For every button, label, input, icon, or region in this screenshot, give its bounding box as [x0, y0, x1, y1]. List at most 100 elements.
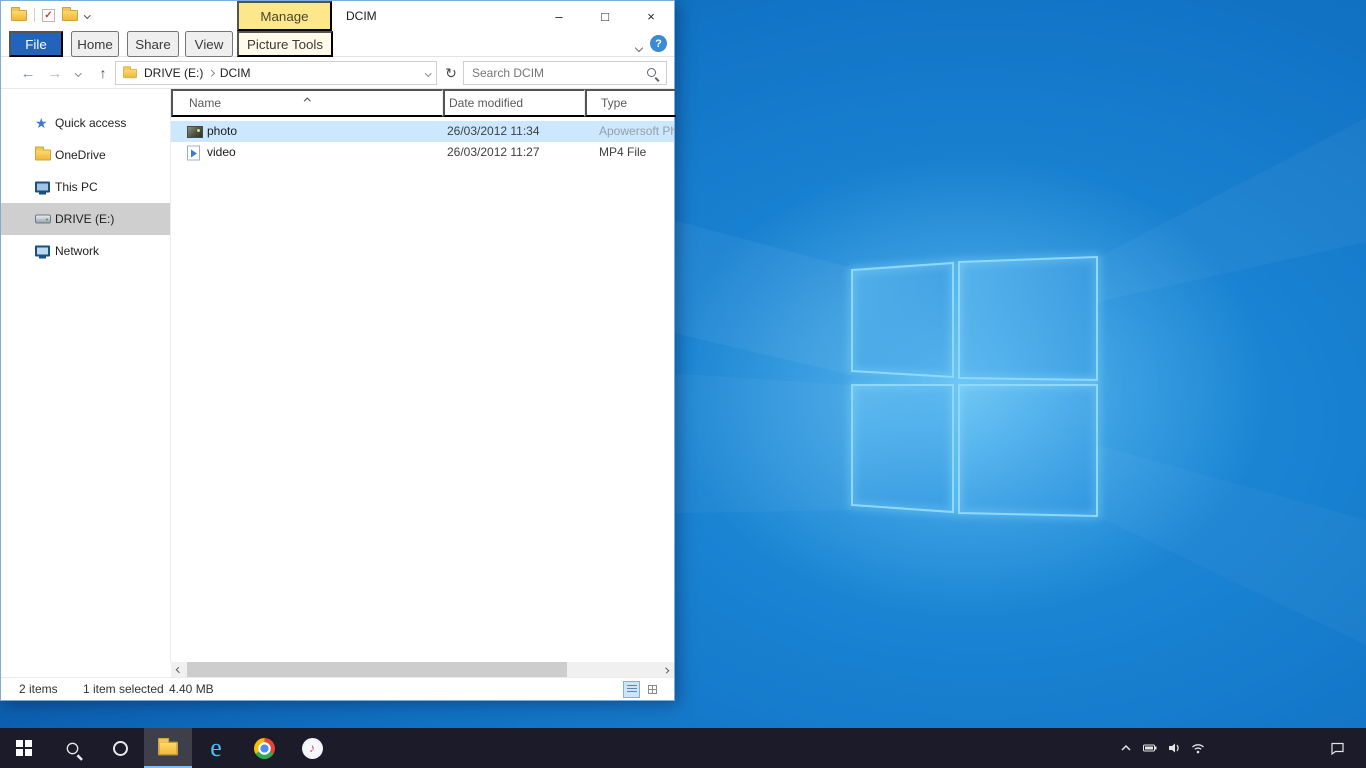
breadcrumb-segment-dcim[interactable]: DCIM	[220, 66, 251, 80]
internet-explorer-icon: e	[210, 735, 222, 761]
file-date-modified: 26/03/2012 11:34	[447, 121, 540, 142]
address-bar-row: ← → ↑ DRIVE (E:) DCIM ↻	[1, 57, 674, 89]
back-button[interactable]: ←	[15, 57, 41, 89]
itunes-button[interactable]: ♪	[288, 728, 336, 768]
taskbar-file-explorer-button[interactable]	[144, 728, 192, 768]
status-bar: 2 items 1 item selected 4.40 MB	[1, 677, 674, 700]
refresh-button[interactable]: ↻	[441, 61, 461, 85]
address-dropdown-chevron-icon[interactable]	[425, 70, 431, 76]
breadcrumb-separator-icon[interactable]	[208, 70, 214, 76]
light-beam	[1097, 118, 1366, 302]
windows-logo-icon	[852, 257, 1097, 516]
status-selection-summary: 1 item selected	[83, 678, 164, 700]
sidebar-item-network[interactable]: Network	[1, 235, 170, 267]
sidebar-item-label: Network	[55, 244, 99, 258]
internet-explorer-button[interactable]: e	[192, 728, 240, 768]
itunes-icon: ♪	[302, 738, 323, 759]
column-header-row: Name Date modified Type	[171, 89, 674, 117]
network-wifi-icon[interactable]	[1190, 740, 1206, 756]
system-tray	[1118, 728, 1206, 768]
column-header-type[interactable]: Type	[585, 89, 676, 117]
sidebar-item-label: This PC	[55, 180, 98, 194]
large-icons-view-button[interactable]	[644, 681, 661, 698]
address-breadcrumb[interactable]: DRIVE (E:) DCIM	[115, 61, 437, 85]
location-folder-icon	[123, 68, 137, 77]
action-center-icon[interactable]	[1323, 728, 1352, 768]
file-type: Apowersoft Pho	[599, 121, 675, 142]
file-list-pane: Name Date modified Type photo 26/03/2012…	[171, 89, 674, 662]
toolbar-separator	[34, 8, 35, 22]
cortana-button[interactable]	[96, 728, 144, 768]
tab-home[interactable]: Home	[71, 31, 119, 57]
file-name: photo	[207, 121, 237, 142]
file-explorer-window: ✓ Manage DCIM – □ × File Home Share View…	[0, 0, 675, 701]
video-file-icon	[187, 145, 200, 160]
chrome-button[interactable]	[240, 728, 288, 768]
navigation-pane: ★ Quick access OneDrive This PC DRIVE (E…	[1, 89, 171, 662]
sidebar-item-label: OneDrive	[55, 148, 106, 162]
start-button[interactable]	[0, 728, 48, 768]
speaker-icon[interactable]	[1166, 740, 1182, 756]
file-rows: photo 26/03/2012 11:34 Apowersoft Pho vi…	[171, 121, 674, 163]
forward-button[interactable]: →	[43, 57, 67, 89]
details-view-button[interactable]	[623, 681, 640, 698]
ribbon-tab-row: File Home Share View Picture Tools ?	[1, 31, 674, 57]
sidebar-item-onedrive[interactable]: OneDrive	[1, 139, 170, 171]
file-date-modified: 26/03/2012 11:27	[447, 142, 540, 163]
close-button[interactable]: ×	[628, 1, 674, 31]
file-row-video[interactable]: video 26/03/2012 11:27 MP4 File	[171, 142, 674, 163]
expand-ribbon-chevron-icon[interactable]	[636, 40, 642, 54]
recent-locations-chevron-icon[interactable]	[69, 57, 87, 89]
sidebar-item-quick-access[interactable]: ★ Quick access	[1, 107, 170, 139]
properties-check-icon[interactable]: ✓	[42, 9, 55, 22]
drive-icon	[35, 215, 51, 224]
sidebar-item-this-pc[interactable]: This PC	[1, 171, 170, 203]
sidebar-item-label: Quick access	[55, 116, 126, 130]
search-icon[interactable]	[647, 68, 656, 77]
tab-view[interactable]: View	[185, 31, 233, 57]
tab-share[interactable]: Share	[127, 31, 179, 57]
search-input[interactable]	[464, 62, 666, 84]
minimize-button[interactable]: –	[536, 1, 582, 31]
search-box	[463, 61, 667, 85]
sidebar-item-label: DRIVE (E:)	[55, 212, 114, 226]
tab-picture-tools[interactable]: Picture Tools	[237, 31, 333, 57]
cortana-icon	[113, 741, 128, 756]
window-title: DCIM	[346, 1, 377, 31]
computer-icon	[35, 182, 50, 193]
network-icon	[35, 246, 50, 257]
chrome-icon	[254, 738, 275, 759]
maximize-button[interactable]: □	[582, 1, 628, 31]
battery-icon[interactable]	[1142, 740, 1158, 756]
explorer-folder-icon[interactable]	[11, 10, 27, 21]
onedrive-folder-icon	[35, 150, 51, 161]
breadcrumb-segment-drive[interactable]: DRIVE (E:)	[144, 66, 203, 80]
column-header-date-modified[interactable]: Date modified	[443, 89, 585, 117]
up-button[interactable]: ↑	[91, 57, 115, 89]
taskbar: e ♪	[0, 728, 1366, 768]
column-header-name[interactable]: Name	[171, 89, 443, 117]
contextual-group-manage[interactable]: Manage	[237, 1, 332, 31]
help-button[interactable]: ?	[650, 35, 667, 52]
window-controls: – □ ×	[536, 1, 674, 31]
large-icons-view-icon	[648, 685, 657, 694]
status-item-count: 2 items	[19, 678, 58, 700]
file-name: video	[207, 142, 236, 163]
tab-file[interactable]: File	[9, 31, 63, 57]
sidebar-item-drive-e[interactable]: DRIVE (E:)	[1, 203, 170, 235]
status-selection-size: 4.40 MB	[169, 678, 214, 700]
search-icon	[66, 742, 78, 754]
photo-file-icon	[187, 126, 203, 138]
light-beam	[1097, 445, 1366, 645]
details-view-icon	[627, 685, 637, 694]
star-icon: ★	[35, 116, 48, 130]
customize-toolbar-chevron-icon[interactable]	[84, 12, 90, 18]
windows-start-icon	[16, 740, 32, 756]
hidden-icons-chevron-icon[interactable]	[1118, 740, 1134, 756]
file-type: MP4 File	[599, 142, 675, 163]
title-bar[interactable]: ✓ Manage DCIM – □ ×	[1, 1, 674, 31]
taskbar-search-button[interactable]	[48, 728, 96, 768]
file-explorer-icon	[158, 741, 178, 755]
new-folder-icon[interactable]	[62, 10, 78, 21]
file-row-photo[interactable]: photo 26/03/2012 11:34 Apowersoft Pho	[171, 121, 674, 142]
